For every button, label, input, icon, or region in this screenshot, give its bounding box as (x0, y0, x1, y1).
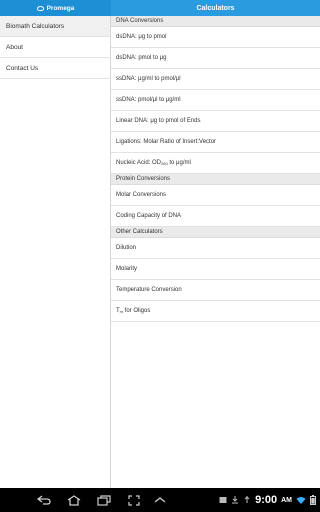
clock-time: 9:00 (255, 494, 278, 506)
section-header-protein: Protein Conversions (111, 174, 320, 185)
list-item[interactable]: dsDNA: μg to pmol (111, 27, 320, 48)
list-item[interactable]: Ligations: Molar Ratio of Insert:Vector (111, 132, 320, 153)
screenshot-icon[interactable] (124, 488, 144, 512)
wifi-icon (296, 496, 306, 504)
action-bar: Calculators (111, 0, 320, 16)
app-window: Promega Calculators Biomath Calculators … (0, 0, 320, 488)
recent-apps-icon[interactable] (94, 488, 114, 512)
page-title: Calculators (196, 4, 235, 12)
list-item-tm-oligos[interactable]: Tm for Oligos (111, 301, 320, 322)
list-item[interactable]: Molarity (111, 259, 320, 280)
brand-bar: Promega (0, 0, 111, 16)
list-item-nucleic-acid[interactable]: Nucleic Acid: OD260 to μg/ml (111, 153, 320, 174)
section-header-other: Other Calculators (111, 227, 320, 238)
chevron-up-icon[interactable] (150, 488, 170, 512)
sidebar-item-contact-us[interactable]: Contact Us (0, 58, 110, 79)
list-item[interactable]: dsDNA: pmol to μg (111, 48, 320, 69)
section-header-dna: DNA Conversions (111, 16, 320, 27)
promega-logo-icon (36, 5, 44, 11)
row-text: for Oligos (123, 308, 151, 314)
row-subscript: 260 (161, 161, 168, 166)
list-item[interactable]: Molar Conversions (111, 185, 320, 206)
status-area: 9:00 AM (219, 488, 316, 512)
list-item[interactable]: Coding Capacity of DNA (111, 206, 320, 227)
list-item[interactable]: Temperature Conversion (111, 280, 320, 301)
notification-icon (219, 497, 227, 503)
row-text: to μg/ml (167, 160, 191, 166)
list-item[interactable]: ssDNA: μg/ml to pmol/μl (111, 69, 320, 90)
list-item[interactable]: Linear DNA: μg to pmol of Ends (111, 111, 320, 132)
brand-name: Promega (46, 4, 75, 12)
row-text: Nucleic Acid: OD (116, 160, 162, 166)
sidebar: Biomath Calculators About Contact Us (0, 16, 111, 488)
promega-logo: Promega (36, 4, 75, 12)
clock-ampm: AM (281, 496, 292, 504)
back-icon[interactable] (34, 488, 54, 512)
usb-icon (244, 496, 250, 503)
home-icon[interactable] (64, 488, 84, 512)
calculator-list: DNA Conversions dsDNA: μg to pmol dsDNA:… (111, 16, 320, 488)
sidebar-item-biomath-calculators[interactable]: Biomath Calculators (0, 16, 110, 37)
battery-icon (310, 495, 316, 505)
list-item[interactable]: ssDNA: pmol/μl to μg/ml (111, 90, 320, 111)
system-nav-bar: 9:00 AM (0, 488, 320, 512)
download-icon (232, 496, 239, 504)
sidebar-item-about[interactable]: About (0, 37, 110, 58)
list-item[interactable]: Dilution (111, 238, 320, 259)
